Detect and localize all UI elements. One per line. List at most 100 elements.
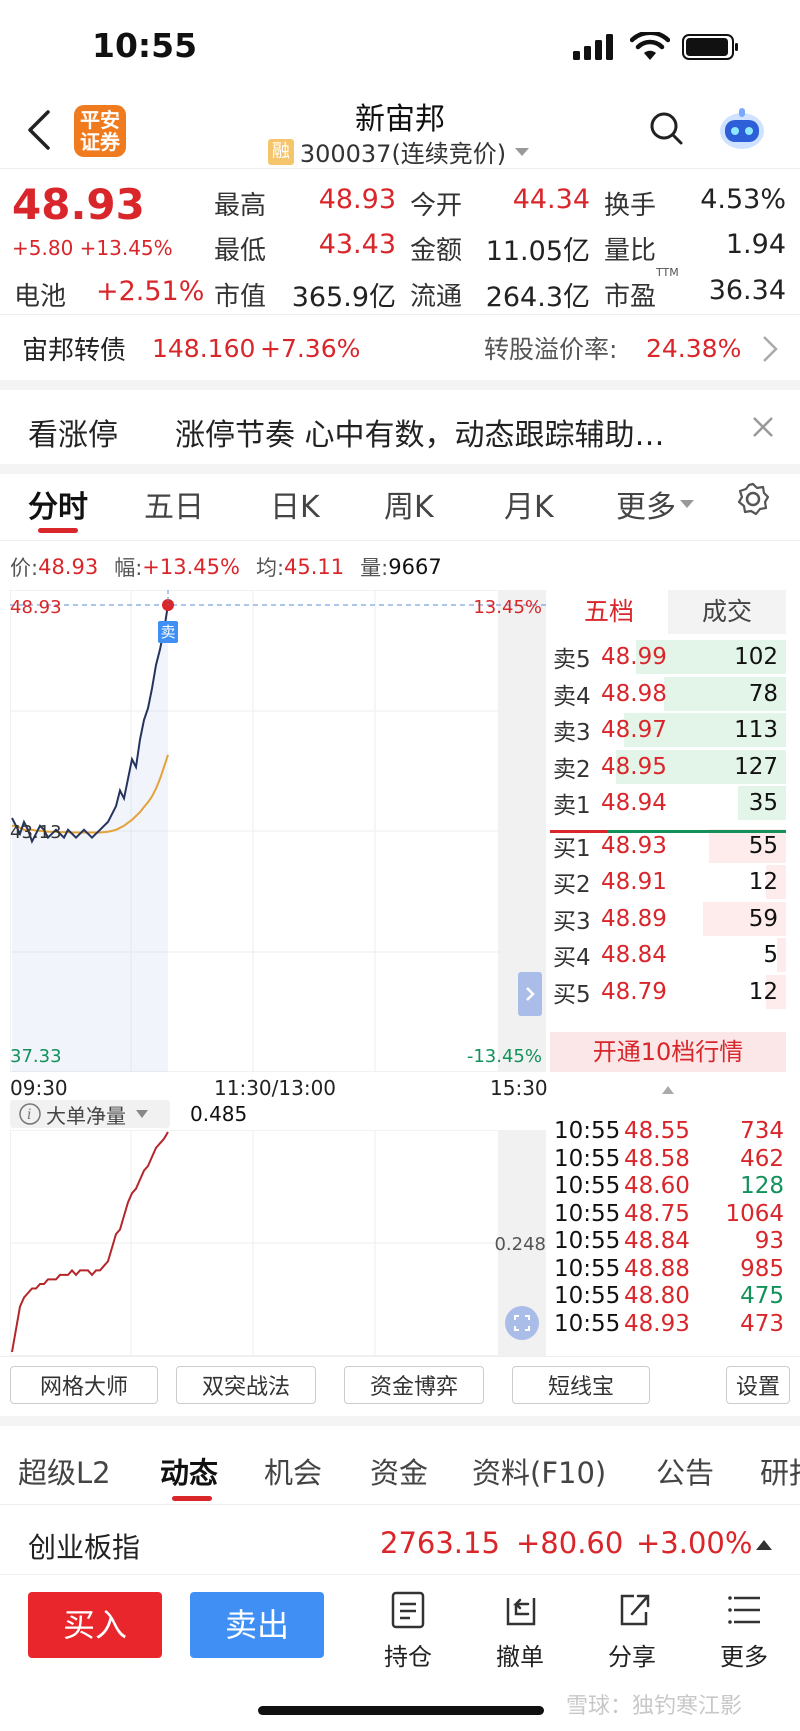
low-value: 43.43: [318, 229, 396, 260]
fullscreen-button[interactable]: [505, 1306, 539, 1340]
tab-super-l2[interactable]: 超级L2: [18, 1450, 111, 1492]
tick-volume: 462: [740, 1145, 784, 1172]
index-name: 创业板指: [28, 1531, 141, 1564]
level-price: 48.79: [601, 978, 667, 1005]
tool-short-term[interactable]: 短线宝: [512, 1366, 650, 1404]
tick-time: 10:55: [554, 1118, 621, 1144]
indicator-value: 0.485: [190, 1102, 248, 1126]
tab-monthly-k[interactable]: 月K: [504, 482, 554, 526]
ask-level-row[interactable]: 卖1 48.94 35: [550, 784, 786, 822]
tick-volume: 128: [740, 1173, 784, 1199]
intraday-chart[interactable]: 48.93 43.13 37.33 13.45% -13.45% 卖: [9, 589, 547, 1073]
gear-icon[interactable]: [736, 482, 770, 516]
tab-five-day[interactable]: 五日: [144, 482, 204, 526]
ask-level-row[interactable]: 卖2 48.95 127: [550, 748, 786, 786]
level-volume: 59: [748, 905, 778, 932]
position-label: 持仓: [384, 1643, 432, 1671]
tab-research[interactable]: 研报: [760, 1450, 800, 1492]
menu-icon: [728, 1596, 760, 1624]
document-list-icon: [391, 1591, 425, 1629]
trade-tick-row: 10:55 48.80 475: [554, 1283, 784, 1309]
index-ticker[interactable]: 创业板指 2763.15 +80.60 +3.00%: [0, 1514, 800, 1574]
last-price: 48.93: [12, 180, 145, 229]
open-label: 今开: [410, 191, 463, 221]
bid-level-row[interactable]: 买2 48.91 12: [550, 863, 786, 901]
tick-price: 48.55: [624, 1118, 690, 1144]
indicator-chart[interactable]: 0.248: [9, 1129, 547, 1357]
tab-five-levels[interactable]: 五档: [550, 590, 668, 634]
tick-price: 48.58: [624, 1145, 690, 1172]
tab-announcement[interactable]: 公告: [656, 1450, 714, 1492]
level-volume: 35: [748, 790, 778, 816]
level-label: 买2: [553, 872, 591, 898]
tab-capital[interactable]: 资金: [370, 1450, 428, 1492]
tick-price: 48.84: [624, 1228, 690, 1254]
tick-volume: 734: [740, 1118, 784, 1144]
tab-f10[interactable]: 资料(F10): [472, 1450, 606, 1492]
x-label-mid: 11:30/13:00: [214, 1076, 337, 1100]
tab-opportunity[interactable]: 机会: [264, 1450, 322, 1492]
close-icon[interactable]: [750, 414, 776, 440]
robot-assistant-icon[interactable]: [716, 104, 768, 154]
level-label: 卖1: [553, 793, 591, 819]
tab-more[interactable]: 更多: [616, 482, 696, 526]
level-volume: 12: [748, 869, 778, 895]
tab-intraday[interactable]: 分时: [28, 482, 88, 526]
bond-name: 宙邦转债: [22, 335, 127, 366]
tick-volume: 473: [740, 1310, 784, 1337]
trade-tick-row: 10:55 48.55 734: [554, 1118, 784, 1144]
ask-level-row[interactable]: 卖3 48.97 113: [550, 711, 786, 749]
sell-marker[interactable]: 卖: [158, 621, 178, 643]
open-10-levels-button[interactable]: 开通10档行情: [550, 1032, 786, 1072]
buy-button[interactable]: 买入: [28, 1592, 162, 1658]
ask-level-row[interactable]: 卖4 48.98 78: [550, 675, 786, 713]
tab-daily-k[interactable]: 日K: [270, 482, 320, 526]
bid-level-row[interactable]: 买4 48.84 5: [550, 936, 786, 974]
search-icon[interactable]: [648, 110, 684, 146]
amount-value: 11.05亿: [485, 236, 590, 267]
tab-news[interactable]: 动态: [160, 1450, 218, 1492]
limit-up-banner[interactable]: 看涨停 涨停节奏 心中有数，动态跟踪辅助…: [0, 390, 800, 464]
expand-panel-button[interactable]: [518, 972, 542, 1016]
info-avg-label: 均:: [255, 556, 285, 580]
level-volume: 5: [763, 942, 778, 968]
price-change: +5.80 +13.45%: [12, 236, 173, 260]
tool-settings[interactable]: 设置: [726, 1366, 790, 1404]
level-label: 买5: [553, 981, 591, 1008]
tick-time: 10:55: [554, 1310, 621, 1337]
tab-trades[interactable]: 成交: [668, 590, 786, 634]
bid-level-row[interactable]: 买5 48.79 12: [550, 973, 786, 1011]
level-volume: 78: [748, 680, 778, 707]
tick-price: 48.60: [624, 1173, 690, 1199]
level-label: 卖3: [553, 720, 591, 746]
wifi-icon: [630, 32, 670, 60]
premium-value: 24.38%: [646, 333, 742, 363]
y-label-min: 37.33: [10, 1046, 62, 1067]
banner-title: 看涨停: [28, 418, 118, 453]
sell-button[interactable]: 卖出: [190, 1592, 324, 1658]
level-price: 48.94: [601, 790, 667, 816]
tool-grid-master[interactable]: 网格大师: [10, 1366, 158, 1404]
sector-name[interactable]: 电池: [14, 276, 66, 313]
level-volume: 12: [748, 978, 778, 1005]
trade-tick-row: 10:55 48.58 462: [554, 1146, 784, 1172]
ask-level-row[interactable]: 卖5 48.99 102: [550, 638, 786, 676]
indicator-chart-svg: [9, 1129, 547, 1357]
level-price: 48.84: [601, 942, 667, 968]
banner-text: 涨停节奏 心中有数，动态跟踪辅助…: [175, 418, 665, 453]
float-cap-label: 流通: [410, 282, 463, 312]
indicator-selector[interactable]: i 大单净量: [10, 1100, 170, 1128]
info-icon: i: [19, 1103, 41, 1125]
home-indicator[interactable]: [258, 1706, 544, 1715]
tool-double-breakout[interactable]: 双突战法: [176, 1366, 316, 1404]
tick-time: 10:55: [554, 1173, 621, 1199]
bid-level-row[interactable]: 买3 48.89 59: [550, 900, 786, 938]
share-label: 分享: [608, 1643, 656, 1671]
tool-capital-game[interactable]: 资金博弈: [344, 1366, 484, 1404]
tab-weekly-k[interactable]: 周K: [384, 482, 434, 526]
caret-up-icon[interactable]: [660, 1084, 676, 1096]
convertible-bond-row[interactable]: 宙邦转债 148.160 +7.36% 转股溢价率: 24.38%: [0, 316, 800, 380]
tick-price: 48.93: [624, 1310, 690, 1337]
high-label: 最高: [214, 191, 267, 221]
bond-change: +7.36%: [260, 333, 361, 363]
